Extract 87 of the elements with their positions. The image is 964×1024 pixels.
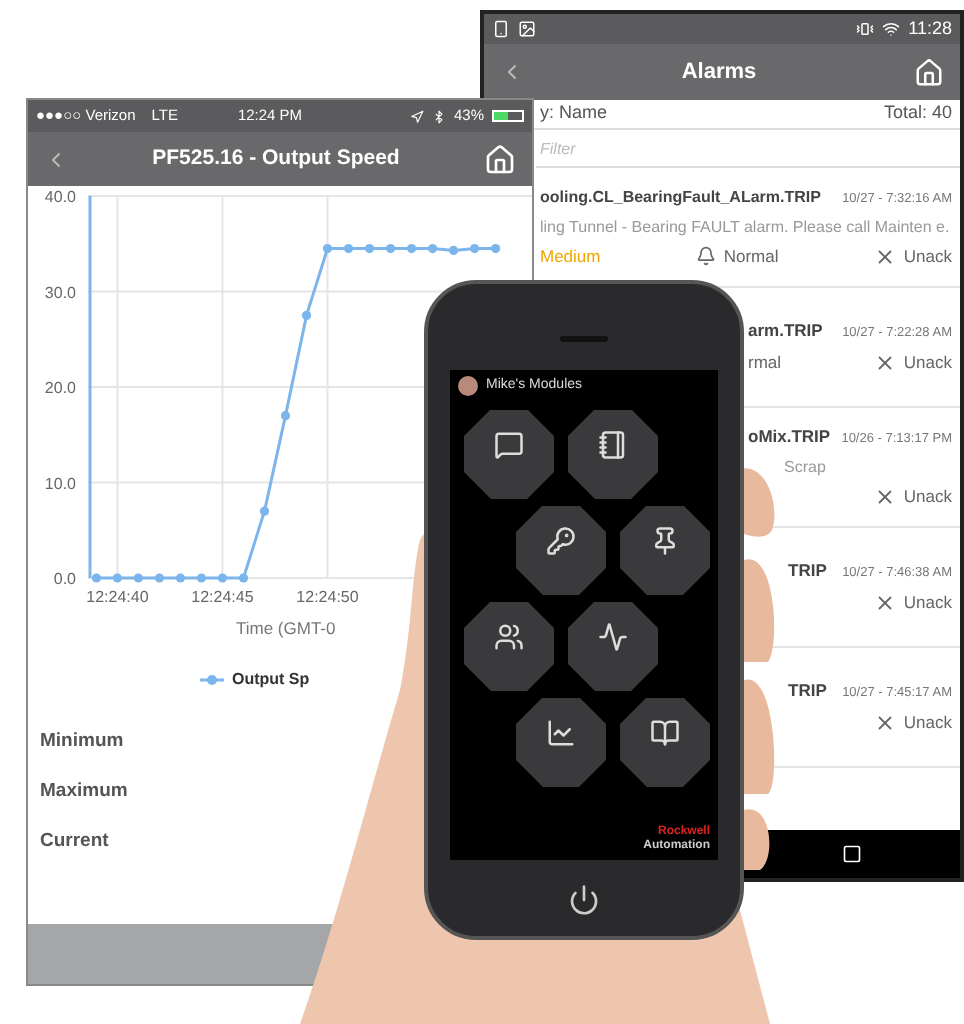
x-axis-title: Time (GMT-0	[236, 616, 336, 642]
book-icon	[650, 717, 680, 747]
alarm-name: TRIP	[788, 558, 827, 584]
sort-label[interactable]: y: Name	[540, 100, 608, 128]
ack-label: Unack	[903, 243, 952, 269]
close-icon[interactable]	[873, 711, 896, 734]
alarm-name: TRIP	[788, 678, 827, 704]
total-count: Total: 40	[883, 100, 952, 127]
alarm-name: ooling.CL_BearingFault_ALarm.TRIP	[540, 185, 821, 210]
pushpin-icon	[650, 525, 680, 555]
data-point	[238, 573, 249, 583]
bell-icon	[695, 246, 716, 266]
module-tile[interactable]	[568, 601, 658, 691]
data-point	[322, 243, 333, 254]
module-tile[interactable]	[568, 409, 658, 499]
location-icon	[409, 109, 424, 123]
phone-status-icon	[492, 20, 510, 38]
module-tile[interactable]	[516, 697, 606, 787]
data-point	[280, 411, 291, 421]
data-point	[133, 573, 143, 583]
alarm-name: oMix.TRIP	[748, 424, 831, 450]
home-icon[interactable]	[484, 143, 516, 175]
data-point	[470, 243, 480, 254]
data-point	[385, 243, 396, 254]
data-point	[112, 573, 122, 583]
data-point	[406, 243, 417, 254]
key-icon	[546, 525, 576, 555]
ack-label: Unack	[903, 350, 952, 376]
line-chart-icon	[546, 717, 576, 747]
bluetooth-icon	[431, 109, 446, 123]
chat-icon	[494, 429, 524, 459]
y-tick-label: 30.0	[44, 283, 76, 302]
data-point	[427, 243, 438, 254]
module-tile[interactable]	[464, 409, 554, 499]
y-tick-label: 40.0	[44, 188, 76, 206]
module-tile[interactable]	[620, 697, 710, 787]
data-point	[196, 573, 207, 583]
module-tile[interactable]	[464, 601, 554, 691]
battery-icon	[492, 110, 524, 122]
data-point	[154, 573, 165, 583]
stat-label: Current	[40, 828, 111, 857]
home-icon[interactable]	[914, 57, 944, 87]
close-icon[interactable]	[873, 245, 896, 267]
filter-field[interactable]: Filter	[536, 130, 960, 168]
vibrate-icon	[856, 20, 875, 38]
y-tick-label: 0.0	[53, 570, 76, 588]
stat-label: Maximum	[40, 778, 130, 806]
x-tick-label: 12:24:50	[296, 588, 359, 606]
alarm-name: arm.TRIP	[748, 318, 823, 344]
y-tick-label: 20.0	[44, 379, 76, 397]
data-point	[217, 573, 228, 583]
x-tick-label: 12:24:40	[86, 588, 149, 606]
status-time: 11:28	[908, 15, 952, 42]
heartbeat-icon	[598, 621, 628, 651]
window-title: PF525.16 - Output Speed	[150, 143, 402, 174]
close-icon[interactable]	[873, 351, 896, 374]
legend-label: Output Sp	[232, 667, 310, 692]
state-label: rmal	[748, 350, 782, 376]
data-point	[364, 243, 375, 254]
module-tile[interactable]	[516, 505, 606, 595]
state-label: Normal	[723, 243, 779, 269]
ack-label: Unack	[903, 710, 952, 736]
wifi-icon	[882, 20, 901, 38]
stat-label: Minimum	[40, 727, 126, 756]
data-point	[175, 573, 186, 583]
image-status-icon	[518, 20, 536, 38]
data-point	[343, 243, 354, 254]
priority-label: Medium	[540, 243, 601, 269]
x-tick-label: 12:24:45	[191, 588, 254, 606]
module-tile[interactable]	[620, 505, 710, 595]
square-icon[interactable]	[842, 844, 862, 864]
data-point	[259, 506, 270, 516]
power-icon[interactable]	[568, 884, 600, 916]
data-point	[449, 245, 459, 256]
close-icon[interactable]	[873, 485, 896, 508]
legend-marker-icon	[200, 673, 224, 686]
people-icon	[494, 621, 524, 651]
y-tick-label: 10.0	[44, 474, 76, 493]
ack-label: Unack	[903, 590, 952, 616]
window-title: Alarms	[679, 57, 759, 88]
alarm-description: ling Tunnel - Bearing FAULT alarm. Please call Mainten e.	[540, 215, 952, 238]
close-icon[interactable]	[873, 591, 896, 614]
data-point	[301, 310, 312, 320]
ack-label: Unack	[903, 484, 952, 510]
notepad-icon	[598, 429, 628, 459]
alarm-description: Scrap	[782, 456, 828, 478]
data-point	[491, 243, 501, 254]
